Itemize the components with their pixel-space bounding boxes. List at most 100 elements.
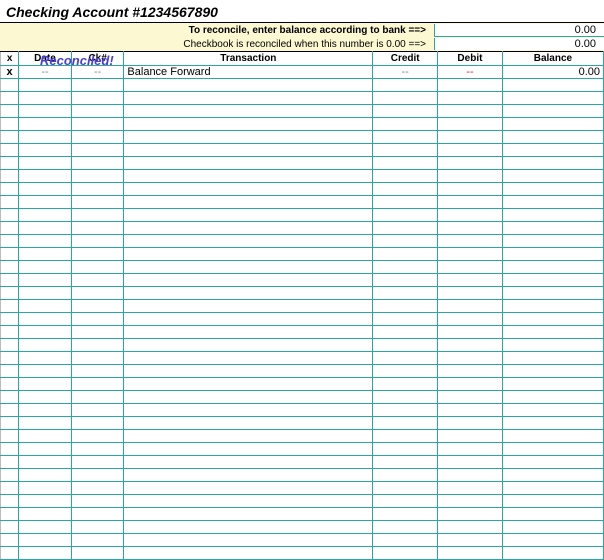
cell-empty[interactable] xyxy=(71,547,124,560)
cell-empty[interactable] xyxy=(71,521,124,534)
cell-empty[interactable] xyxy=(373,222,438,235)
cell-empty[interactable] xyxy=(19,105,72,118)
cell-empty[interactable] xyxy=(502,521,603,534)
cell-credit[interactable]: -- xyxy=(373,66,438,79)
cell-empty[interactable] xyxy=(19,92,72,105)
cell-empty[interactable] xyxy=(19,131,72,144)
cell-empty[interactable] xyxy=(19,430,72,443)
cell-empty[interactable] xyxy=(502,170,603,183)
cell-empty[interactable] xyxy=(71,79,124,92)
cell-empty[interactable] xyxy=(438,495,503,508)
cell-empty[interactable] xyxy=(124,339,373,352)
table-row[interactable] xyxy=(1,365,604,378)
cell-empty[interactable] xyxy=(438,365,503,378)
cell-empty[interactable] xyxy=(71,105,124,118)
cell-empty[interactable] xyxy=(1,547,19,560)
cell-empty[interactable] xyxy=(124,469,373,482)
cell-empty[interactable] xyxy=(373,469,438,482)
table-row[interactable] xyxy=(1,313,604,326)
cell-empty[interactable] xyxy=(124,417,373,430)
cell-empty[interactable] xyxy=(19,339,72,352)
cell-empty[interactable] xyxy=(502,443,603,456)
cell-empty[interactable] xyxy=(502,495,603,508)
cell-empty[interactable] xyxy=(19,274,72,287)
table-row[interactable] xyxy=(1,508,604,521)
cell-empty[interactable] xyxy=(438,378,503,391)
cell-empty[interactable] xyxy=(502,456,603,469)
cell-empty[interactable] xyxy=(438,131,503,144)
cell-empty[interactable] xyxy=(373,521,438,534)
cell-empty[interactable] xyxy=(438,300,503,313)
cell-empty[interactable] xyxy=(373,391,438,404)
cell-empty[interactable] xyxy=(373,482,438,495)
cell-empty[interactable] xyxy=(71,469,124,482)
cell-empty[interactable] xyxy=(71,326,124,339)
cell-empty[interactable] xyxy=(502,313,603,326)
cell-empty[interactable] xyxy=(438,404,503,417)
cell-empty[interactable] xyxy=(1,274,19,287)
table-row[interactable] xyxy=(1,404,604,417)
cell-empty[interactable] xyxy=(124,352,373,365)
cell-empty[interactable] xyxy=(19,79,72,92)
cell-empty[interactable] xyxy=(1,131,19,144)
cell-empty[interactable] xyxy=(124,118,373,131)
table-row[interactable] xyxy=(1,248,604,261)
cell-empty[interactable] xyxy=(19,196,72,209)
table-row[interactable] xyxy=(1,547,604,560)
cell-empty[interactable] xyxy=(71,183,124,196)
cell-empty[interactable] xyxy=(71,248,124,261)
cell-empty[interactable] xyxy=(373,352,438,365)
cell-empty[interactable] xyxy=(71,144,124,157)
cell-empty[interactable] xyxy=(438,118,503,131)
cell-empty[interactable] xyxy=(1,391,19,404)
cell-empty[interactable] xyxy=(502,274,603,287)
cell-empty[interactable] xyxy=(373,209,438,222)
cell-empty[interactable] xyxy=(502,79,603,92)
cell-empty[interactable] xyxy=(71,222,124,235)
cell-empty[interactable] xyxy=(124,482,373,495)
cell-empty[interactable] xyxy=(71,209,124,222)
table-row[interactable] xyxy=(1,183,604,196)
cell-empty[interactable] xyxy=(438,183,503,196)
cell-empty[interactable] xyxy=(373,365,438,378)
cell-empty[interactable] xyxy=(502,534,603,547)
cell-empty[interactable] xyxy=(71,92,124,105)
cell-x[interactable]: x xyxy=(1,66,19,79)
cell-empty[interactable] xyxy=(1,404,19,417)
cell-empty[interactable] xyxy=(19,495,72,508)
cell-empty[interactable] xyxy=(1,326,19,339)
cell-empty[interactable] xyxy=(438,222,503,235)
cell-empty[interactable] xyxy=(124,274,373,287)
cell-empty[interactable] xyxy=(19,118,72,131)
cell-empty[interactable] xyxy=(373,118,438,131)
cell-empty[interactable] xyxy=(438,534,503,547)
cell-empty[interactable] xyxy=(373,456,438,469)
cell-empty[interactable] xyxy=(19,365,72,378)
cell-empty[interactable] xyxy=(1,443,19,456)
cell-empty[interactable] xyxy=(502,157,603,170)
cell-empty[interactable] xyxy=(124,144,373,157)
cell-empty[interactable] xyxy=(502,222,603,235)
cell-empty[interactable] xyxy=(438,313,503,326)
cell-empty[interactable] xyxy=(71,352,124,365)
cell-empty[interactable] xyxy=(438,430,503,443)
cell-empty[interactable] xyxy=(373,157,438,170)
cell-empty[interactable] xyxy=(438,105,503,118)
cell-empty[interactable] xyxy=(502,339,603,352)
cell-empty[interactable] xyxy=(373,404,438,417)
cell-empty[interactable] xyxy=(19,287,72,300)
cell-empty[interactable] xyxy=(124,534,373,547)
table-row[interactable] xyxy=(1,287,604,300)
cell-empty[interactable] xyxy=(502,352,603,365)
cell-empty[interactable] xyxy=(71,339,124,352)
cell-empty[interactable] xyxy=(438,287,503,300)
cell-empty[interactable] xyxy=(373,313,438,326)
cell-empty[interactable] xyxy=(124,209,373,222)
cell-empty[interactable] xyxy=(373,534,438,547)
table-row[interactable] xyxy=(1,79,604,92)
cell-empty[interactable] xyxy=(373,508,438,521)
cell-empty[interactable] xyxy=(124,79,373,92)
cell-empty[interactable] xyxy=(438,274,503,287)
cell-empty[interactable] xyxy=(373,378,438,391)
cell-empty[interactable] xyxy=(19,170,72,183)
